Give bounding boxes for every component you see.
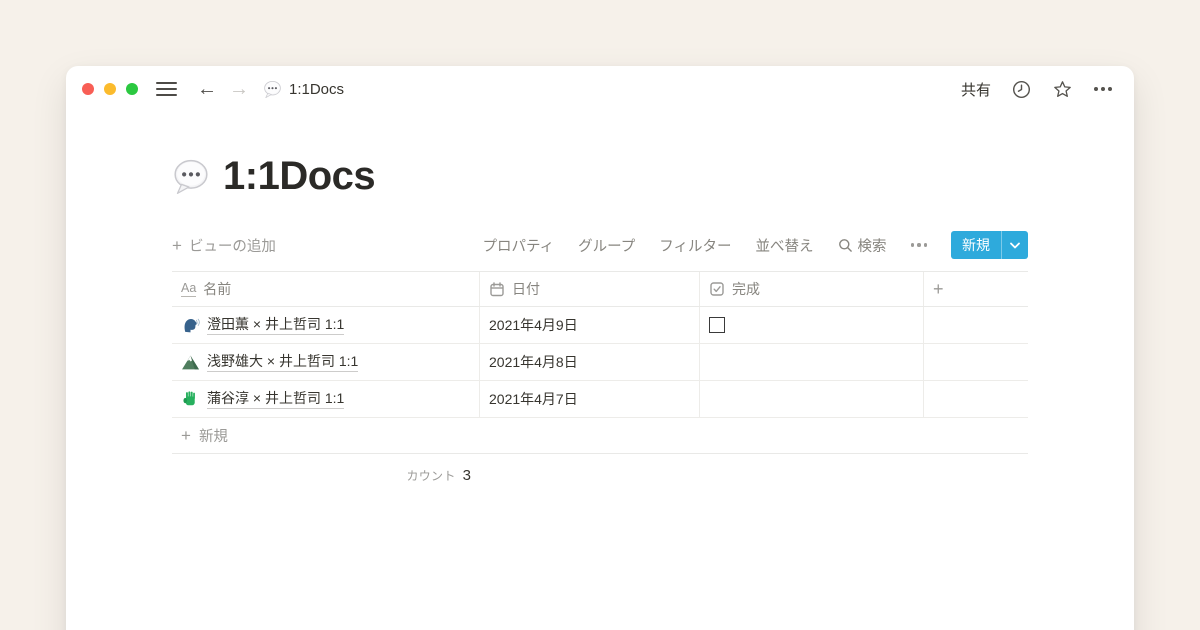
plus-icon: +: [172, 237, 182, 254]
column-label: 日付: [512, 279, 540, 299]
close-window-button[interactable]: [82, 83, 94, 95]
checkbox[interactable]: [709, 354, 725, 370]
column-label: 完成: [732, 279, 760, 299]
forward-arrow-icon[interactable]: →: [229, 79, 249, 99]
text-property-icon: Aa: [181, 281, 196, 296]
table-header-row: Aa 名前 日付 完成 +: [172, 271, 1028, 307]
column-header-name[interactable]: Aa 名前: [172, 272, 480, 306]
table-row: 浅野雄大 × 井上哲司 1:1 2021年4月8日: [172, 344, 1028, 381]
column-label: 名前: [203, 279, 231, 299]
glove-emoji: [181, 390, 200, 409]
filter-button[interactable]: フィルター: [659, 235, 731, 256]
star-icon[interactable]: [1052, 79, 1073, 100]
speaking-head-emoji: [181, 316, 200, 335]
chevron-down-icon[interactable]: [1002, 231, 1028, 259]
table-row: 澄田薫 × 井上哲司 1:1 2021年4月9日: [172, 307, 1028, 344]
table-row: 蒲谷淳 × 井上哲司 1:1 2021年4月7日: [172, 381, 1028, 418]
column-header-date[interactable]: 日付: [480, 272, 700, 306]
maximize-window-button[interactable]: [126, 83, 138, 95]
count-footer[interactable]: カウント 3: [172, 467, 480, 484]
checkbox[interactable]: [709, 317, 725, 333]
page-content: 1:1Docs + ビューの追加 プロパティ グループ フィルター 並べ替え 検…: [66, 154, 1134, 484]
view-options: プロパティ グループ フィルター 並べ替え 検索 新規: [483, 231, 1029, 259]
row-title-cell[interactable]: 澄田薫 × 井上哲司 1:1: [172, 307, 480, 343]
add-view-button[interactable]: + ビューの追加: [172, 235, 276, 256]
checkbox-property-icon: [709, 281, 725, 297]
row-title-link[interactable]: 蒲谷淳 × 井上哲司 1:1: [207, 389, 344, 408]
page-header: 1:1Docs: [172, 154, 1028, 199]
empty-cell: [924, 381, 1028, 417]
speech-balloon-emoji: [263, 80, 282, 99]
speech-balloon-emoji[interactable]: [172, 158, 210, 196]
row-title-link[interactable]: 澄田薫 × 井上哲司 1:1: [207, 315, 344, 334]
breadcrumb[interactable]: 1:1Docs: [263, 80, 344, 99]
row-title-link[interactable]: 浅野雄大 × 井上哲司 1:1: [207, 352, 358, 371]
titlebar-actions: 共有: [961, 79, 1112, 100]
row-date-cell[interactable]: 2021年4月7日: [480, 381, 700, 417]
database-view-toolbar: + ビューの追加 プロパティ グループ フィルター 並べ替え 検索 新規: [172, 229, 1028, 261]
row-title-cell[interactable]: 蒲谷淳 × 井上哲司 1:1: [172, 381, 480, 417]
row-done-cell[interactable]: [700, 344, 924, 380]
row-done-cell[interactable]: [700, 381, 924, 417]
search-icon: [838, 238, 853, 253]
app-window: ← → 1:1Docs 共有 1:1Docs + ビューの追加: [66, 66, 1134, 630]
row-title-cell[interactable]: 浅野雄大 × 井上哲司 1:1: [172, 344, 480, 380]
plus-icon: +: [933, 280, 944, 298]
new-button-label[interactable]: 新規: [951, 231, 1001, 259]
properties-button[interactable]: プロパティ: [483, 235, 555, 256]
view-more-icon[interactable]: [911, 243, 928, 247]
sidebar-menu-icon[interactable]: [156, 82, 177, 96]
count-label: カウント: [406, 467, 455, 484]
back-arrow-icon[interactable]: ←: [197, 79, 217, 99]
database-table: Aa 名前 日付 完成 + 澄田薫 × 井上哲司 1:1: [172, 271, 1028, 484]
plus-icon: +: [181, 427, 191, 444]
more-options-icon[interactable]: [1094, 87, 1112, 91]
calendar-icon: [489, 281, 505, 297]
mountain-emoji: [181, 353, 200, 372]
add-property-button[interactable]: +: [924, 272, 1028, 306]
row-date-cell[interactable]: 2021年4月9日: [480, 307, 700, 343]
search-button[interactable]: 検索: [838, 235, 887, 256]
window-titlebar: ← → 1:1Docs 共有: [66, 66, 1134, 112]
column-header-done[interactable]: 完成: [700, 272, 924, 306]
clock-icon[interactable]: [1012, 80, 1031, 99]
share-button[interactable]: 共有: [961, 79, 991, 100]
empty-cell: [924, 344, 1028, 380]
group-button[interactable]: グループ: [578, 235, 635, 256]
count-value: 3: [463, 467, 471, 484]
sort-button[interactable]: 並べ替え: [756, 235, 814, 256]
minimize-window-button[interactable]: [104, 83, 116, 95]
new-button[interactable]: 新規: [951, 231, 1028, 259]
row-done-cell[interactable]: [700, 307, 924, 343]
empty-cell: [924, 307, 1028, 343]
search-label: 検索: [858, 235, 887, 256]
add-view-label: ビューの追加: [189, 235, 276, 256]
row-date-cell[interactable]: 2021年4月8日: [480, 344, 700, 380]
page-title[interactable]: 1:1Docs: [223, 154, 375, 199]
new-row-label: 新規: [199, 425, 228, 446]
breadcrumb-label: 1:1Docs: [289, 81, 344, 98]
window-controls: [82, 83, 138, 95]
checkbox[interactable]: [709, 391, 725, 407]
new-row-button[interactable]: + 新規: [172, 418, 1028, 454]
